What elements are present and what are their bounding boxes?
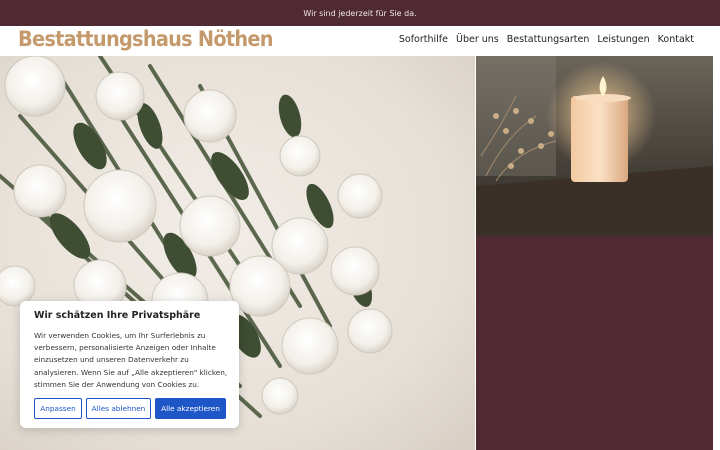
cookie-consent-dialog: Wir schätzen Ihre Privatsphäre Wir verwe… xyxy=(20,301,239,428)
main-nav: Soforthilfe Über uns Bestattungsarten Le… xyxy=(399,34,694,45)
maroon-panel xyxy=(476,236,713,450)
nav-leistungen[interactable]: Leistungen xyxy=(597,34,649,45)
site-logo[interactable]: Bestattungshaus Nöthen xyxy=(18,27,274,51)
nav-kontakt[interactable]: Kontakt xyxy=(658,34,694,45)
cookie-title: Wir schätzen Ihre Privatsphäre xyxy=(34,310,201,321)
reject-all-button[interactable]: Alles ablehnen xyxy=(86,398,151,419)
nav-soforthilfe[interactable]: Soforthilfe xyxy=(399,34,448,45)
nav-bestattungsarten[interactable]: Bestattungsarten xyxy=(507,34,590,45)
candle-photo xyxy=(476,56,713,236)
nav-ueber-uns[interactable]: Über uns xyxy=(456,34,499,45)
cookie-text: Wir verwenden Cookies, um Ihr Surferlebn… xyxy=(34,331,228,389)
accept-all-button[interactable]: Alle akzeptieren xyxy=(155,398,226,419)
announcement-text: Wir sind jederzeit für Sie da. xyxy=(303,8,417,18)
candle-image xyxy=(476,56,713,236)
site-header: Bestattungshaus Nöthen Soforthilfe Über … xyxy=(0,26,720,56)
announcement-bar: Wir sind jederzeit für Sie da. xyxy=(0,0,720,26)
customize-button[interactable]: Anpassen xyxy=(34,398,82,419)
